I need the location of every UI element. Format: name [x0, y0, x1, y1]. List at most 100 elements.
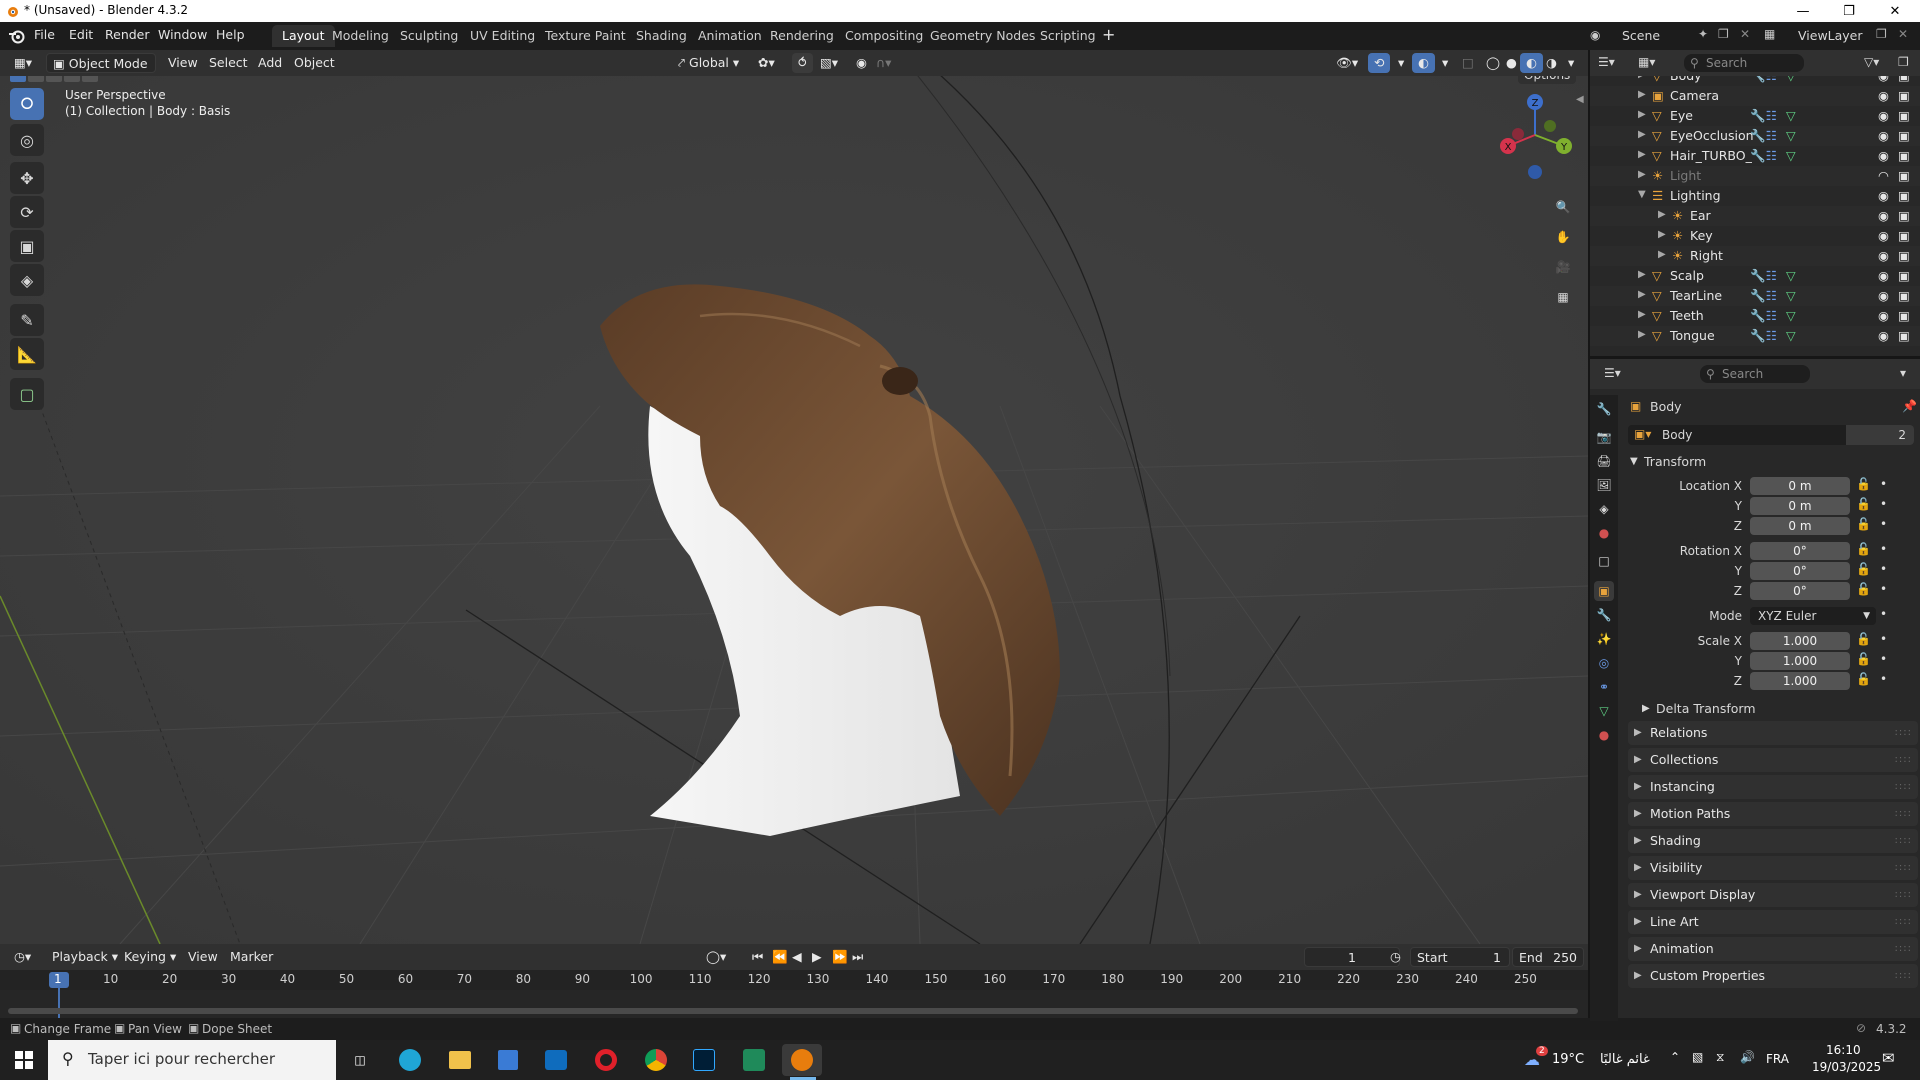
- constraints-tab-icon[interactable]: ⚭: [1594, 677, 1614, 697]
- lock-icon[interactable]: 🔓: [1856, 632, 1871, 646]
- cursor-tool[interactable]: ◎: [10, 124, 44, 156]
- m-app[interactable]: [734, 1044, 774, 1076]
- pin-scene-icon[interactable]: ✦: [1698, 27, 1708, 41]
- wifi-icon[interactable]: ⧖: [1716, 1050, 1724, 1065]
- users-count[interactable]: 2: [1846, 425, 1914, 445]
- visibility-eye-icon[interactable]: ◉: [1878, 328, 1889, 343]
- task-view-button[interactable]: ◫: [340, 1044, 380, 1076]
- autokey-icon[interactable]: ◯▾: [700, 947, 732, 967]
- tab-sculpting[interactable]: Sculpting: [390, 25, 468, 47]
- render-camera-icon[interactable]: ▣: [1898, 128, 1910, 143]
- expand-chevron-icon[interactable]: ▶: [1638, 269, 1646, 280]
- panel-grip-icon[interactable]: ::::: [1895, 721, 1912, 745]
- ortho-toggle-button[interactable]: ▦: [1548, 282, 1578, 312]
- visibility-eye-icon[interactable]: ◉: [1878, 228, 1889, 243]
- move-tool[interactable]: ✥: [10, 162, 44, 194]
- 3d-viewport[interactable]: User Perspective (1) Collection | Body :…: [0, 76, 1588, 944]
- expand-chevron-icon[interactable]: ▶: [1638, 309, 1646, 320]
- jump-end-icon[interactable]: ⏭: [846, 947, 869, 967]
- rotation-z-field[interactable]: 0°: [1750, 582, 1850, 600]
- pan-view-button[interactable]: ✋: [1548, 222, 1578, 252]
- visibility-eye-icon[interactable]: ◉: [1878, 288, 1889, 303]
- photoshop-app[interactable]: [684, 1044, 724, 1076]
- filter-icon[interactable]: ▽▾: [1864, 55, 1879, 69]
- render-camera-icon[interactable]: ▣: [1898, 188, 1910, 203]
- rotation-y-field[interactable]: 0°: [1750, 562, 1850, 580]
- keyframe-dot-icon[interactable]: •: [1880, 652, 1887, 666]
- modifier-icon[interactable]: 🔧☷: [1750, 308, 1777, 324]
- new-collection-icon[interactable]: ❐: [1898, 55, 1909, 69]
- select-box-tool[interactable]: ⭘: [10, 88, 44, 120]
- start-button[interactable]: [4, 1044, 44, 1076]
- datablock-name[interactable]: Body: [1662, 428, 1692, 442]
- select-subtract-icon[interactable]: [46, 76, 62, 82]
- particles-tab-icon[interactable]: ✨: [1594, 629, 1614, 649]
- panel-relations[interactable]: ▶ Relations::::: [1628, 721, 1918, 745]
- panel-shading[interactable]: ▶ Shading::::: [1628, 829, 1918, 853]
- lock-icon[interactable]: 🔓: [1856, 542, 1871, 556]
- add-workspace-button[interactable]: +: [1102, 25, 1115, 44]
- tab-compositing[interactable]: Compositing: [835, 25, 933, 47]
- expand-chevron-icon[interactable]: ▶: [1638, 109, 1646, 120]
- panel-motion-paths[interactable]: ▶ Motion Paths::::: [1628, 802, 1918, 826]
- location-y-field[interactable]: 0 m: [1750, 497, 1850, 515]
- navigation-gizmo[interactable]: Z Y X: [1490, 90, 1580, 180]
- file-explorer-app[interactable]: [440, 1044, 480, 1076]
- object-mode-dropdown[interactable]: ▣ Object Mode ▾: [46, 53, 156, 91]
- object-menu[interactable]: Object: [288, 53, 341, 73]
- outlook-app[interactable]: [536, 1044, 576, 1076]
- new-viewlayer-icon[interactable]: ❐: [1876, 27, 1887, 41]
- scene-name[interactable]: Scene: [1622, 28, 1660, 43]
- visibility-eye-icon[interactable]: ◉: [1878, 148, 1889, 163]
- scene-tab-icon[interactable]: ◈: [1594, 499, 1614, 519]
- tab-shading[interactable]: Shading: [626, 25, 697, 47]
- remove-viewlayer-icon[interactable]: ✕: [1898, 27, 1908, 41]
- keyframe-dot-icon[interactable]: •: [1880, 497, 1887, 511]
- render-camera-icon[interactable]: ▣: [1898, 76, 1910, 83]
- visibility-eye-icon[interactable]: ◉: [1878, 76, 1889, 83]
- edge-app[interactable]: [390, 1044, 430, 1076]
- overlay-toggle-icon[interactable]: ◐: [1412, 53, 1435, 73]
- panel-line-art[interactable]: ▶ Line Art::::: [1628, 910, 1918, 934]
- tray-chevron-icon[interactable]: ⌃: [1670, 1050, 1680, 1064]
- expand-chevron-icon[interactable]: ▶: [1638, 169, 1646, 180]
- outliner-row[interactable]: ▶ ▽ Tongue 🔧☷ ▽ ◉ ▣: [1590, 326, 1920, 346]
- close-button[interactable]: ✕: [1872, 0, 1918, 22]
- visibility-eye-icon[interactable]: ◉: [1878, 268, 1889, 283]
- restore-button[interactable]: ❐: [1826, 0, 1872, 22]
- timeline-body[interactable]: 1 10 20 30 40 50 60 70 80 90 100 110 120 130 140 150 160…: [0, 970, 1588, 1018]
- mesh-data-icon[interactable]: ▽: [1786, 328, 1796, 343]
- camera-view-button[interactable]: 🎥: [1548, 252, 1578, 282]
- mesh-data-icon[interactable]: ▽: [1786, 108, 1796, 123]
- scale-z-field[interactable]: 1.000: [1750, 672, 1850, 690]
- visibility-eye-icon[interactable]: ◉: [1878, 188, 1889, 203]
- panel-viewport-display[interactable]: ▶ Viewport Display::::: [1628, 883, 1918, 907]
- keyframe-dot-icon[interactable]: •: [1880, 632, 1887, 646]
- zoom-view-button[interactable]: 🔍: [1548, 192, 1578, 222]
- shading-dropdown-icon[interactable]: ▾: [1562, 53, 1580, 73]
- render-camera-icon[interactable]: ▣: [1898, 168, 1910, 183]
- gizmo-dropdown-icon[interactable]: ▾: [1392, 53, 1410, 73]
- keyframe-dot-icon[interactable]: •: [1880, 477, 1887, 491]
- panel-grip-icon[interactable]: ::::: [1895, 910, 1912, 934]
- visibility-eye-icon[interactable]: ◉: [1878, 128, 1889, 143]
- location-x-field[interactable]: 0 m: [1750, 477, 1850, 495]
- expand-chevron-icon[interactable]: ▶: [1658, 229, 1666, 240]
- display-mode-icon[interactable]: ▦▾: [1638, 55, 1655, 69]
- view-layer-tab-icon[interactable]: 🖼: [1594, 475, 1614, 495]
- orientation-dropdown[interactable]: ⤤ Global ▾: [672, 53, 745, 73]
- clock-date[interactable]: 19/03/2025: [1812, 1060, 1881, 1074]
- outliner-row[interactable]: ▶ ▽ Teeth 🔧☷ ▽ ◉ ▣: [1590, 306, 1920, 326]
- menu-edit[interactable]: Edit: [69, 27, 93, 42]
- modifier-icon[interactable]: 🔧☷: [1750, 328, 1777, 344]
- mesh-data-icon[interactable]: ▽: [1786, 148, 1796, 163]
- menu-render[interactable]: Render: [105, 27, 150, 42]
- mesh-data-icon[interactable]: ▽: [1786, 76, 1796, 83]
- keying-menu[interactable]: Keying ▾: [118, 947, 182, 967]
- lock-icon[interactable]: 🔓: [1856, 672, 1871, 686]
- blender-app[interactable]: [782, 1044, 822, 1076]
- annotate-tool[interactable]: ✎: [10, 304, 44, 336]
- gizmo-toggle-icon[interactable]: ⟲: [1368, 53, 1391, 73]
- snap-icon[interactable]: ⥀: [792, 53, 813, 73]
- panel-grip-icon[interactable]: ::::: [1895, 883, 1912, 907]
